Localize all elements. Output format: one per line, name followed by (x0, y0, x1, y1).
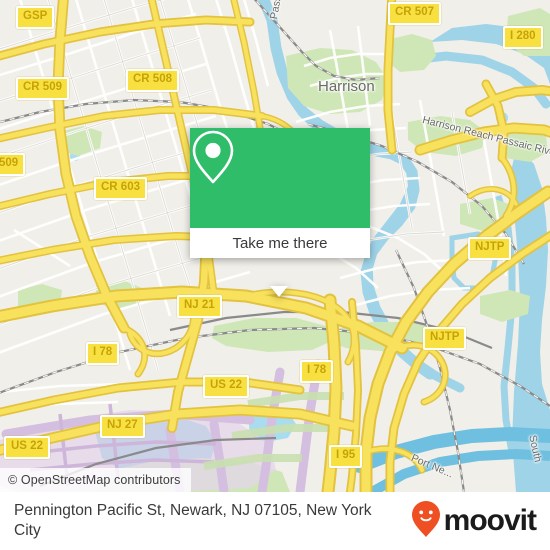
road-shield-us22-1[interactable]: US 22 (203, 375, 249, 398)
road-shield-i78-2[interactable]: I 78 (300, 360, 334, 383)
road-shield-gsp[interactable]: GSP (16, 6, 55, 29)
page-footer: Pennington Pacific St, Newark, NJ 07105,… (0, 492, 550, 550)
road-shield-nj21[interactable]: NJ 21 (177, 295, 222, 318)
moovit-logo[interactable]: moovit (411, 500, 537, 543)
road-shield-nj27[interactable]: NJ 27 (100, 415, 145, 438)
take-me-there-button[interactable]: Take me there (232, 235, 327, 252)
road-shield-i78-1[interactable]: I 78 (86, 342, 120, 365)
road-shield-i280[interactable]: I 280 (503, 26, 543, 49)
map-screenshot: Passaic River Harrison Reach Passaic Riv… (0, 0, 550, 550)
road-shield-cr509[interactable]: CR 509 (16, 77, 69, 100)
moovit-wordmark: moovit (443, 504, 537, 537)
road-shield-njtp-2[interactable]: NJTP (423, 327, 467, 350)
moovit-pin-icon (411, 500, 441, 543)
address-line-1: Pennington Pacific St, Newark, NJ 07105,… (14, 502, 372, 519)
place-label-harrison: Harrison (318, 78, 375, 95)
road-shield-cr603[interactable]: CR 603 (94, 177, 147, 200)
address-line-2: City (14, 522, 41, 539)
road-shield-njtp-1[interactable]: NJTP (468, 237, 512, 260)
location-popup-card[interactable]: Take me there (190, 128, 370, 297)
road-shield-i95[interactable]: I 95 (329, 445, 363, 468)
map-canvas[interactable]: Passaic River Harrison Reach Passaic Riv… (0, 0, 550, 492)
road-shield-509[interactable]: 509 (0, 153, 26, 176)
popup-pointer (270, 286, 288, 297)
road-shield-cr507[interactable]: CR 507 (388, 2, 441, 25)
popup-header (190, 128, 370, 228)
address-block: Pennington Pacific St, Newark, NJ 07105,… (14, 501, 372, 541)
road-shield-us22-2[interactable]: US 22 (4, 436, 50, 459)
road-shield-cr508[interactable]: CR 508 (126, 69, 179, 92)
attribution-text: © OpenStreetMap contributors (8, 473, 181, 487)
popup-action-row[interactable]: Take me there (190, 228, 370, 258)
map-attribution[interactable]: © OpenStreetMap contributors (0, 468, 191, 492)
